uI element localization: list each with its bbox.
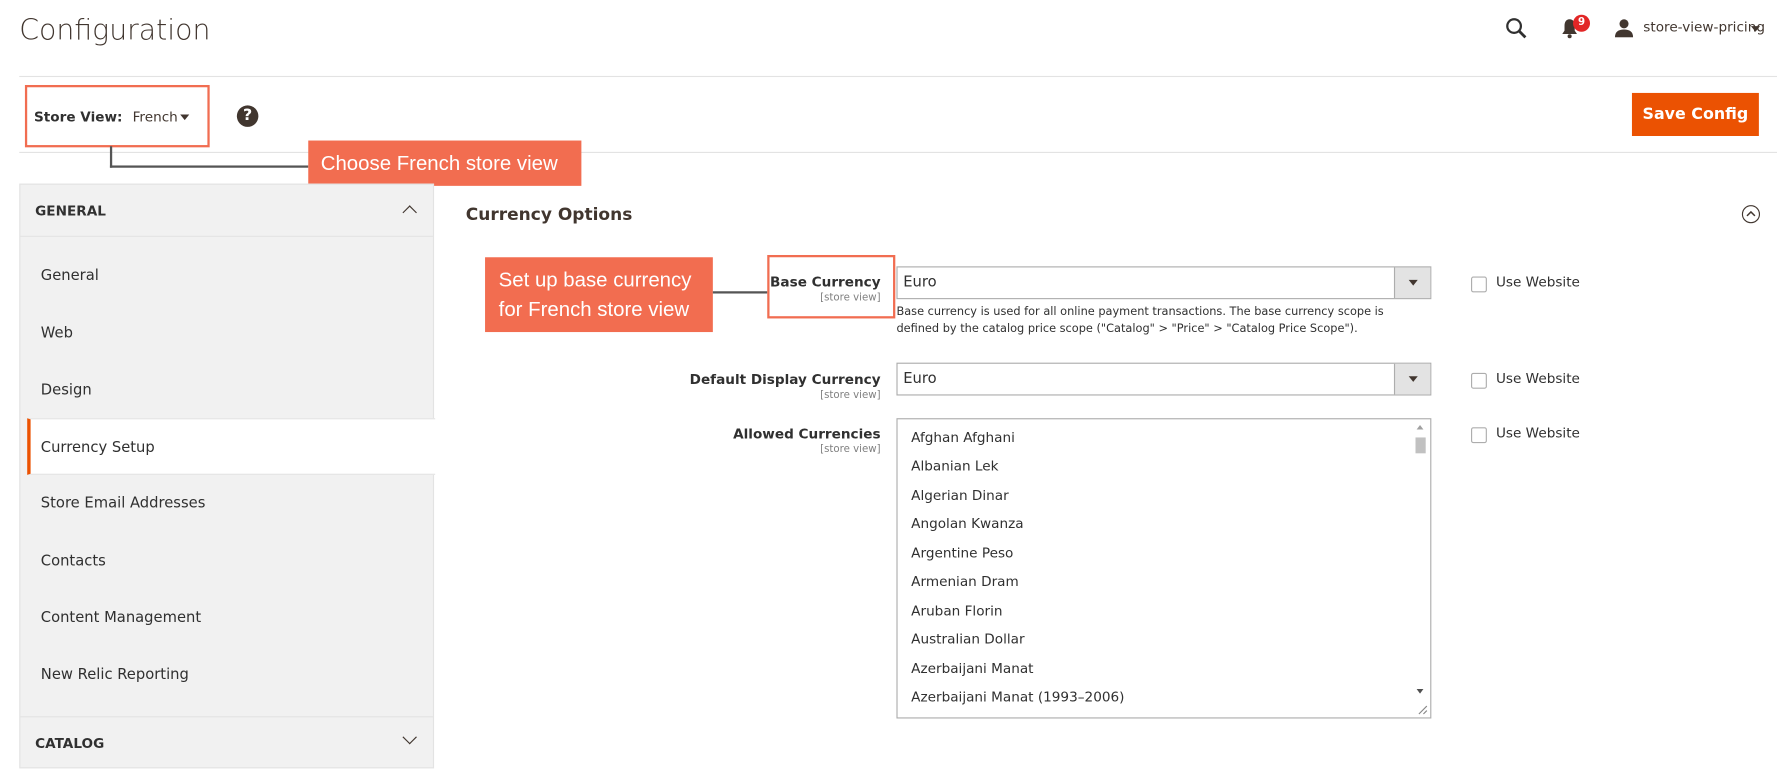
sidebar-item-design[interactable]: Design: [20, 362, 434, 419]
use-website-label[interactable]: Use Website: [1496, 371, 1580, 387]
search-icon[interactable]: [1505, 17, 1528, 40]
currency-option[interactable]: Azerbaijani Manat: [911, 661, 1033, 677]
sidebar-section-catalog[interactable]: CATALOG: [20, 716, 433, 769]
base-currency-callout: Set up base currency for French store vie…: [485, 257, 713, 333]
currency-option[interactable]: Azerbaijani Manat (1993–2006): [911, 689, 1124, 705]
chevron-down-icon[interactable]: [180, 114, 190, 121]
scrollbar[interactable]: [1413, 422, 1428, 705]
currency-option[interactable]: Afghan Afghani: [911, 430, 1015, 446]
base-currency-select[interactable]: Euro: [896, 266, 1432, 300]
section-label: CATALOG: [35, 735, 105, 752]
sidebar-item-general[interactable]: General: [20, 247, 434, 304]
collapse-icon[interactable]: [1741, 205, 1761, 224]
dropdown-arrow-icon[interactable]: [1393, 363, 1431, 395]
scrollbar-thumb[interactable]: [1415, 437, 1426, 454]
scroll-up-icon[interactable]: [1416, 424, 1424, 430]
callout-line: for French store view: [498, 298, 690, 321]
store-view-switcher[interactable]: French: [133, 109, 178, 125]
callout-connector: [109, 165, 309, 168]
callout-connector: [712, 291, 768, 294]
currency-option[interactable]: Angolan Kwanza: [911, 516, 1023, 532]
base-currency-note: Base currency is used for all online pay…: [896, 305, 1384, 336]
sidebar-item-currency-setup[interactable]: Currency Setup: [27, 418, 436, 475]
use-website-label[interactable]: Use Website: [1496, 425, 1580, 441]
currency-option[interactable]: Armenian Dram: [911, 573, 1019, 589]
section-label: GENERAL: [35, 202, 106, 219]
resize-handle-icon[interactable]: [1418, 705, 1428, 715]
currency-option[interactable]: Albanian Lek: [911, 458, 998, 474]
store-view-label: Store View:: [33, 108, 123, 125]
user-icon[interactable]: [1614, 18, 1634, 38]
sidebar-item-new-relic-reporting[interactable]: New Relic Reporting: [20, 646, 434, 703]
default-display-currency-label: Default Display Currency [store view]: [689, 371, 881, 402]
sidebar-item-web[interactable]: Web: [20, 305, 434, 362]
dropdown-arrow-icon[interactable]: [1393, 267, 1431, 299]
default-display-currency-select[interactable]: Euro: [896, 362, 1432, 396]
chevron-down-icon[interactable]: [1750, 26, 1761, 32]
store-view-callout: Choose French store view: [308, 140, 582, 186]
divider: [19, 151, 1777, 153]
user-menu[interactable]: store-view-pricing: [1643, 19, 1765, 35]
allowed-currencies-multiselect[interactable]: Afghan Afghani Albanian Lek Algerian Din…: [896, 418, 1432, 719]
use-website-checkbox[interactable]: [1471, 427, 1487, 444]
base-currency-label: Base Currency [store view]: [770, 274, 881, 304]
use-website-checkbox[interactable]: [1471, 276, 1487, 293]
callout-line: Set up base currency: [498, 268, 692, 292]
sidebar: GENERAL General Web Design Currency Setu…: [19, 183, 436, 769]
sidebar-item-content-management[interactable]: Content Management: [20, 589, 434, 646]
currency-option[interactable]: Argentine Peso: [911, 545, 1013, 561]
save-config-button[interactable]: Save Config: [1631, 92, 1759, 136]
help-icon[interactable]: ?: [236, 105, 259, 127]
use-website-label[interactable]: Use Website: [1496, 274, 1580, 290]
chevron-up-icon: [402, 205, 417, 220]
scroll-down-icon[interactable]: [1416, 689, 1424, 694]
sidebar-item-contacts[interactable]: Contacts: [20, 533, 434, 590]
divider: [19, 75, 1777, 78]
sidebar-item-store-email-addresses[interactable]: Store Email Addresses: [20, 475, 434, 532]
sidebar-section-general[interactable]: GENERAL: [20, 185, 433, 237]
currency-option[interactable]: Aruban Florin: [911, 603, 1002, 619]
chevron-down-icon: [402, 729, 417, 745]
section-title: Currency Options: [465, 203, 633, 225]
use-website-checkbox[interactable]: [1471, 372, 1487, 389]
page-title: Configuration: [19, 13, 211, 47]
currency-option[interactable]: Algerian Dinar: [911, 487, 1009, 503]
notification-badge[interactable]: 9: [1573, 14, 1591, 32]
allowed-currencies-label: Allowed Currencies [store view]: [733, 426, 881, 456]
currency-option[interactable]: Australian Dollar: [911, 631, 1024, 647]
